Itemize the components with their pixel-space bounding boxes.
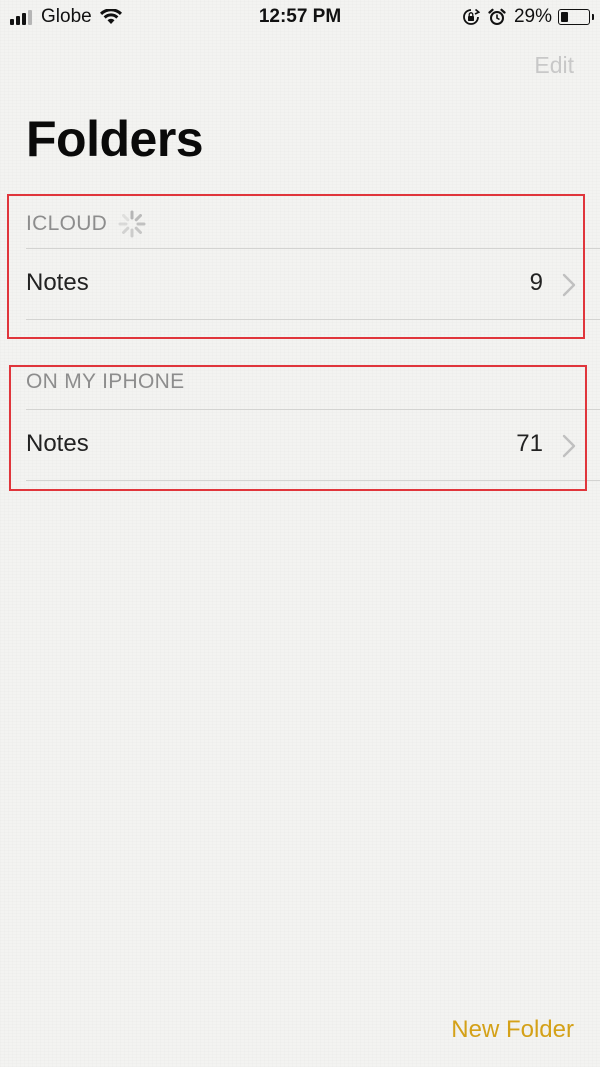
alarm-icon bbox=[488, 8, 506, 25]
new-folder-button[interactable]: New Folder bbox=[451, 1016, 574, 1044]
highlight-box-on-my-iphone bbox=[9, 365, 587, 491]
edit-button[interactable]: Edit bbox=[534, 52, 574, 79]
status-right: 29% bbox=[462, 6, 594, 28]
battery-level bbox=[561, 12, 568, 22]
page-title: Folders bbox=[26, 111, 204, 167]
rotation-lock-icon bbox=[463, 8, 480, 25]
battery-percent: 29% bbox=[513, 6, 552, 27]
status-bar: Globe 12:57 PM 29% bbox=[0, 0, 600, 34]
highlight-box-icloud bbox=[7, 194, 585, 339]
battery-icon bbox=[558, 9, 594, 25]
